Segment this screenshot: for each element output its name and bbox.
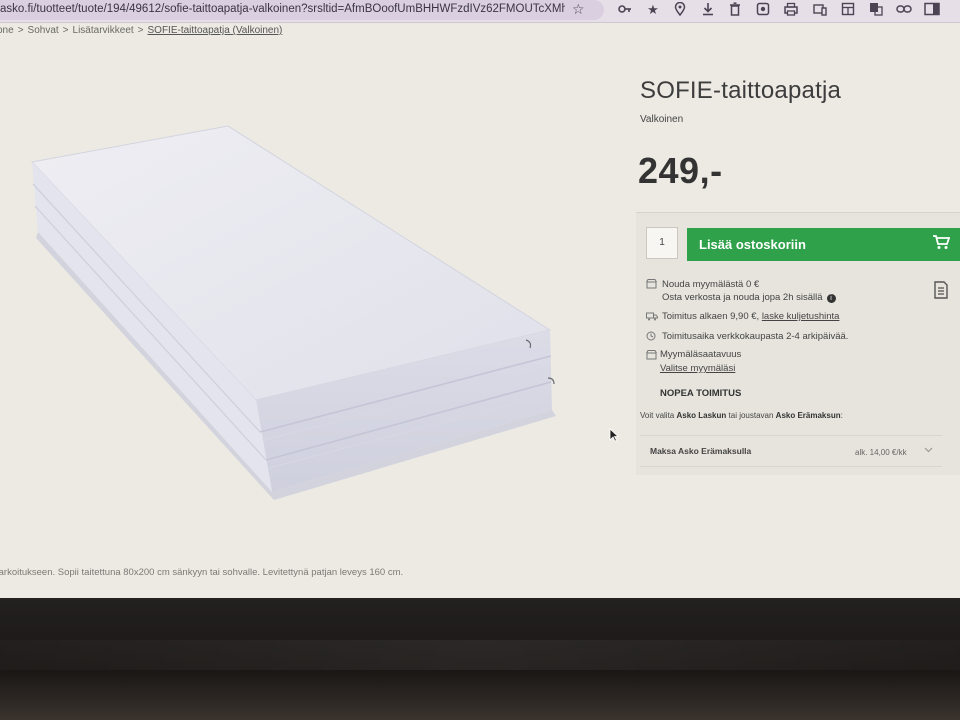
document-icon[interactable]: [933, 281, 949, 304]
trash-icon[interactable]: [727, 2, 743, 18]
screenshot-icon[interactable]: [755, 2, 771, 18]
choose-store-link[interactable]: Valitse myymäläsi: [660, 363, 735, 374]
add-to-cart-label: Lisää ostoskoriin: [699, 237, 806, 252]
translate-icon[interactable]: [868, 2, 884, 18]
address-bar[interactable]: asko.fi/tuotteet/tuote/194/49612/sofie-t…: [0, 0, 604, 20]
folding-mattress-image: [31, 125, 556, 500]
payment-info-suffix: :: [840, 411, 843, 420]
browser-toolbar: asko.fi/tuotteet/tuote/194/49612/sofie-t…: [0, 0, 960, 23]
breadcrumb-separator: >: [137, 25, 144, 36]
chevron-down-icon[interactable]: [924, 445, 933, 455]
cart-icon: [932, 234, 951, 253]
store-icon: [646, 279, 657, 292]
product-price: 249,-: [638, 150, 723, 191]
pickup-subtext: Osta verkosta ja nouda jopa 2h sisällä i: [662, 292, 836, 303]
location-icon[interactable]: [672, 1, 688, 18]
payment-option-b: Asko Erämaksun: [775, 411, 841, 420]
truck-icon: [646, 312, 658, 324]
breadcrumb-lisatarvikkeet[interactable]: Lisätarvikkeet: [73, 25, 134, 36]
breadcrumb-separator: >: [17, 25, 24, 36]
fast-delivery-label: NOPEA TOIMITUS: [660, 388, 742, 399]
product-description: tarkoitukseen. Sopii taitettuna 80x200 c…: [0, 567, 404, 578]
product-title: SOFIE-taittoapatja: [640, 77, 842, 104]
sidebar-icon[interactable]: [924, 2, 940, 18]
key-icon[interactable]: [617, 2, 633, 18]
pickup-text: Nouda myymälästä 0 €: [662, 279, 760, 290]
add-to-cart-button[interactable]: Lisää ostoskoriin: [687, 228, 960, 261]
breadcrumb-sohvat[interactable]: Sohvat: [28, 25, 59, 36]
payment-info-prefix: Voit valita: [640, 411, 675, 420]
product-image[interactable]: [20, 120, 560, 505]
shipping-calc-link[interactable]: laske kuljetushinta: [762, 311, 840, 322]
breadcrumb: one>Sohvat>Lisätarvikkeet>SOFIE-taittoap…: [0, 25, 282, 36]
quantity-input[interactable]: 1: [646, 227, 678, 259]
clock-icon: [646, 331, 656, 344]
download-icon[interactable]: [700, 2, 716, 18]
breadcrumb-separator: >: [62, 25, 69, 36]
payment-option-a: Asko Laskun: [676, 411, 727, 420]
pickup-subtext-label: Osta verkosta ja nouda jopa 2h sisällä: [662, 292, 823, 303]
shipping-row: Toimitus alkaen 9,90 €, laske kuljetushi…: [662, 311, 839, 322]
grid-icon[interactable]: [840, 2, 856, 18]
mouse-cursor-icon: [609, 428, 620, 447]
info-icon[interactable]: i: [826, 294, 836, 303]
store-availability-label: Myymäläsaatavuus: [660, 349, 742, 360]
payment-info-middle: tai joustavan: [728, 411, 774, 420]
favorites-icon[interactable]: ★: [645, 2, 661, 18]
link-icon[interactable]: [896, 2, 912, 18]
breadcrumb-current[interactable]: SOFIE-taittoapatja (Valkoinen): [148, 25, 283, 36]
breadcrumb-home[interactable]: one: [0, 25, 14, 36]
print-icon[interactable]: [783, 2, 799, 18]
store-icon: [646, 350, 657, 363]
product-variant: Valkoinen: [640, 114, 684, 125]
payment-info: Voit valita Asko Laskun tai joustavan As…: [640, 411, 843, 420]
bookmark-star-icon[interactable]: ☆: [572, 1, 585, 18]
delivery-time-text: Toimitusaika verkkokaupasta 2-4 arkipäiv…: [662, 331, 849, 342]
devices-icon[interactable]: [812, 2, 828, 18]
url-text[interactable]: asko.fi/tuotteet/tuote/194/49612/sofie-t…: [0, 3, 565, 15]
browser-screen: asko.fi/tuotteet/tuote/194/49612/sofie-t…: [0, 0, 960, 600]
installment-price: alk. 14,00 €/kk: [855, 448, 907, 457]
installment-label: Maksa Asko Erämaksulla: [650, 446, 752, 456]
bezel-reflection: [0, 640, 960, 670]
shipping-text: Toimitus alkaen 9,90 €,: [662, 311, 760, 322]
installment-payment-row[interactable]: Maksa Asko Erämaksulla alk. 14,00 €/kk: [640, 435, 942, 467]
